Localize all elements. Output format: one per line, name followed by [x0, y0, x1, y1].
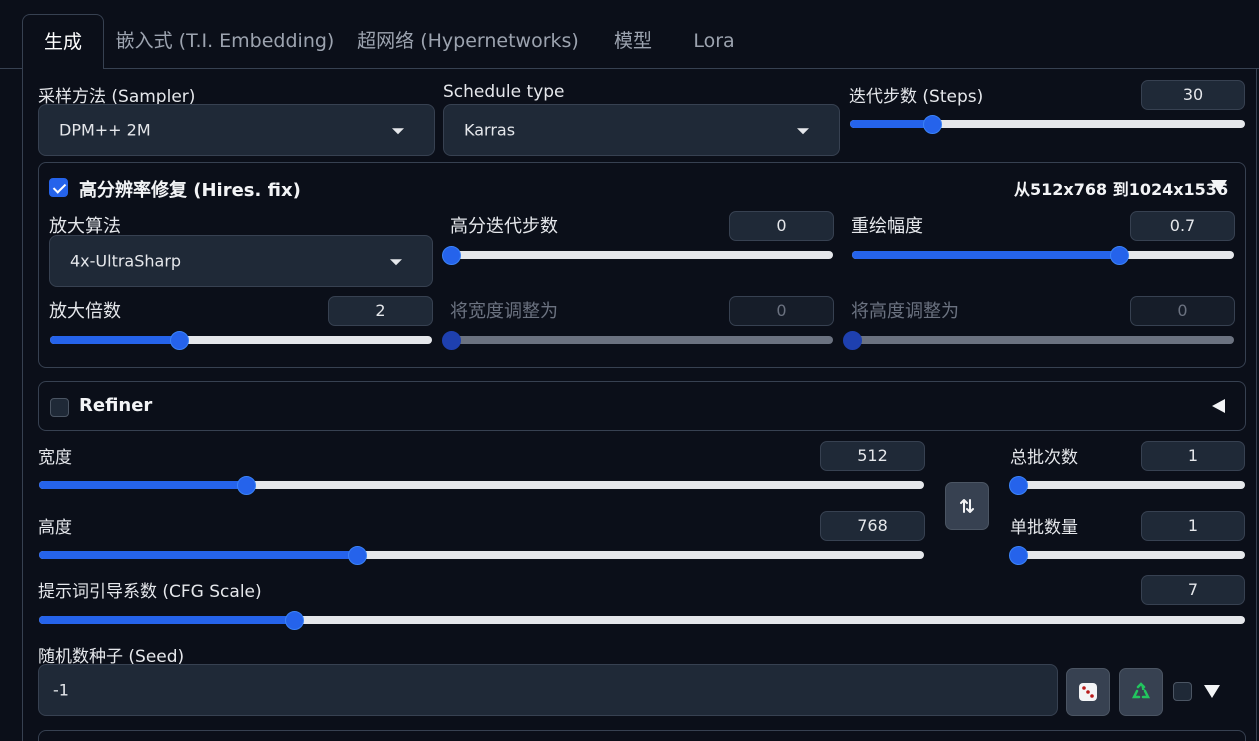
- tab-generate[interactable]: 生成: [22, 14, 104, 69]
- cfg-scale-label: 提示词引导系数 (CFG Scale): [38, 582, 262, 602]
- denoise-number-input[interactable]: 0.7: [1130, 211, 1235, 241]
- hires-steps-number-input[interactable]: 0: [729, 211, 834, 241]
- reuse-seed-button[interactable]: [1119, 668, 1163, 716]
- extra-seed-triangle-icon[interactable]: [1204, 685, 1220, 698]
- recycle-icon: [1131, 682, 1151, 699]
- resize-height-slider[interactable]: [842, 330, 1234, 350]
- dice-icon: [1079, 683, 1097, 701]
- height-number-input[interactable]: 768: [820, 511, 925, 541]
- random-seed-button[interactable]: [1066, 668, 1110, 716]
- resize-width-number-input[interactable]: 0: [729, 296, 834, 326]
- tab-models[interactable]: 模型: [600, 14, 666, 68]
- swap-dimensions-button[interactable]: [945, 482, 989, 530]
- upscale-by-label: 放大倍数: [49, 301, 121, 322]
- upscaler-dropdown[interactable]: 4x-UltraSharp: [49, 235, 433, 287]
- swap-dimensions-icon: [960, 499, 974, 513]
- slider-thumb[interactable]: [236, 475, 256, 495]
- next-section-panel: [38, 730, 1246, 741]
- steps-slider[interactable]: [850, 114, 1245, 134]
- seed-input[interactable]: -1: [38, 664, 1058, 716]
- resize-width-slider[interactable]: [441, 330, 833, 350]
- slider-thumb[interactable]: [348, 545, 368, 565]
- sampler-value: DPM++ 2M: [59, 120, 151, 140]
- seed-value: -1: [53, 680, 69, 700]
- resize-height-label: 将高度调整为: [851, 301, 959, 322]
- slider-thumb[interactable]: [441, 245, 461, 265]
- upscale-by-slider[interactable]: [50, 330, 432, 350]
- batch-size-number-input[interactable]: 1: [1141, 511, 1245, 541]
- hires-fix-summary: 从512x768 到1024x1536: [1014, 180, 1229, 199]
- refiner-panel[interactable]: [38, 381, 1246, 431]
- refiner-label: Refiner: [79, 395, 153, 416]
- batch-size-slider[interactable]: [1008, 545, 1245, 565]
- chevron-down-icon: [797, 128, 809, 135]
- refiner-checkbox[interactable]: [50, 398, 69, 417]
- steps-label: 迭代步数 (Steps): [849, 87, 984, 107]
- slider-thumb[interactable]: [441, 330, 461, 350]
- content-border-right: [1256, 68, 1257, 741]
- width-label: 宽度: [38, 448, 72, 468]
- tab-bar-divider: [0, 68, 1259, 69]
- upscaler-value: 4x-UltraSharp: [70, 251, 182, 271]
- slider-thumb[interactable]: [842, 330, 862, 350]
- extra-seed-checkbox[interactable]: [1173, 682, 1192, 701]
- resize-height-number-input[interactable]: 0: [1130, 296, 1235, 326]
- resize-width-label: 将宽度调整为: [450, 301, 558, 322]
- cfg-scale-slider[interactable]: [39, 610, 1245, 630]
- hires-steps-slider[interactable]: [441, 245, 833, 265]
- tab-lora[interactable]: Lora: [682, 14, 746, 68]
- chevron-down-icon: [390, 259, 402, 266]
- content-border-left: [22, 68, 23, 741]
- hires-steps-label: 高分迭代步数: [450, 216, 558, 237]
- schedule-type-label: Schedule type: [443, 82, 565, 102]
- schedule-type-value: Karras: [464, 120, 516, 140]
- expand-triangle-icon[interactable]: [1212, 399, 1225, 413]
- denoise-label: 重绘幅度: [851, 216, 923, 237]
- batch-count-number-input[interactable]: 1: [1141, 441, 1245, 471]
- height-slider[interactable]: [39, 545, 924, 565]
- height-label: 高度: [38, 518, 72, 538]
- sampler-dropdown[interactable]: DPM++ 2M: [38, 104, 435, 156]
- slider-thumb[interactable]: [1008, 545, 1028, 565]
- chevron-down-icon: [392, 128, 404, 135]
- batch-count-label: 总批次数: [1010, 448, 1078, 468]
- hires-fix-label: 高分辨率修复 (Hires. fix): [79, 180, 301, 201]
- slider-thumb[interactable]: [285, 610, 305, 630]
- width-slider[interactable]: [39, 475, 924, 495]
- slider-thumb[interactable]: [923, 114, 943, 134]
- batch-count-slider[interactable]: [1008, 475, 1245, 495]
- cfg-scale-number-input[interactable]: 7: [1141, 575, 1245, 605]
- tab-hypernetworks[interactable]: 超网络 (Hypernetworks): [352, 14, 584, 68]
- denoise-slider[interactable]: [852, 245, 1234, 265]
- upscale-by-number-input[interactable]: 2: [328, 296, 433, 326]
- slider-thumb[interactable]: [1008, 475, 1028, 495]
- steps-number-input[interactable]: 30: [1141, 80, 1245, 110]
- batch-size-label: 单批数量: [1010, 518, 1078, 538]
- collapse-triangle-icon[interactable]: [1211, 180, 1227, 193]
- hires-fix-checkbox[interactable]: [49, 178, 68, 197]
- width-number-input[interactable]: 512: [820, 441, 925, 471]
- tab-textual-inversion[interactable]: 嵌入式 (T.I. Embedding): [110, 14, 340, 68]
- slider-thumb[interactable]: [1109, 245, 1129, 265]
- slider-thumb[interactable]: [170, 330, 190, 350]
- schedule-type-dropdown[interactable]: Karras: [443, 104, 840, 156]
